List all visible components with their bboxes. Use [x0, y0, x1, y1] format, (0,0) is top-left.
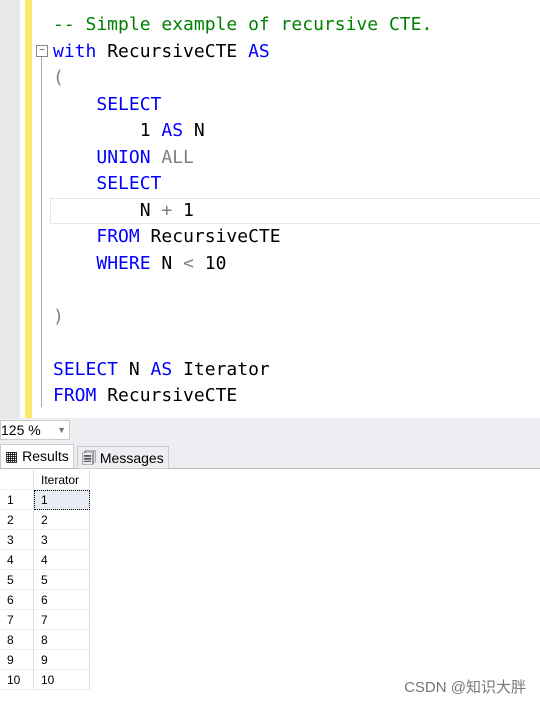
cell-iterator[interactable]: 6 [33, 589, 90, 610]
code-token: N [150, 252, 184, 274]
cell-iterator[interactable]: 1 [33, 489, 90, 510]
row-number[interactable]: 9 [0, 649, 34, 670]
cell-iterator[interactable]: 9 [33, 649, 90, 670]
row-number[interactable]: 7 [0, 609, 34, 630]
code-line[interactable]: SELECT [53, 92, 161, 118]
code-token: ) [53, 305, 64, 327]
table-row[interactable]: 66 [0, 589, 90, 610]
results-tabs: ▦ Results 🗐 Messages [0, 440, 540, 469]
code-token: AS [161, 120, 184, 141]
row-number[interactable]: 4 [0, 549, 34, 570]
row-number[interactable]: 2 [0, 509, 34, 530]
code-token: < [183, 252, 194, 274]
zoom-dropdown[interactable]: 125 % ▼ [0, 420, 70, 440]
change-indicator-bar [25, 0, 32, 418]
messages-icon: 🗐 [82, 450, 96, 466]
code-token: 1 [53, 120, 162, 141]
code-token: RecursiveCTE [139, 226, 281, 247]
code-token: AS [248, 40, 270, 62]
cell-iterator[interactable]: 3 [33, 529, 90, 550]
editor-margin [0, 0, 20, 418]
code-line[interactable]: UNION ALL [53, 145, 194, 171]
zoom-value: 125 % [1, 422, 41, 438]
tab-label: Messages [99, 450, 164, 466]
code-line[interactable]: ( [53, 65, 64, 91]
code-token: SELECT [96, 93, 162, 115]
grid-icon: ▦ [5, 448, 19, 464]
code-line[interactable]: FROM RecursiveCTE [53, 383, 237, 409]
code-line[interactable]: SELECT [53, 171, 161, 197]
code-token: 10 [193, 252, 227, 274]
cell-iterator[interactable]: 10 [33, 669, 90, 690]
tab-label: Results [22, 448, 69, 464]
chevron-down-icon: ▼ [57, 425, 66, 435]
cell-iterator[interactable]: 2 [33, 509, 90, 530]
row-number[interactable]: 10 [0, 669, 34, 690]
code-line[interactable]: -- Simple example of recursive CTE. [53, 12, 432, 38]
cell-iterator[interactable]: 4 [33, 549, 90, 570]
code-token: Iterator [172, 358, 270, 380]
row-number[interactable]: 5 [0, 569, 34, 590]
code-token: FROM [96, 226, 140, 247]
row-number[interactable]: 8 [0, 629, 34, 650]
code-token: WHERE [96, 252, 151, 274]
table-row[interactable]: 33 [0, 529, 90, 550]
cell-iterator[interactable]: 5 [33, 569, 90, 590]
code-token: N [53, 199, 162, 221]
code-token: with [53, 40, 97, 62]
code-line[interactable]: FROM RecursiveCTE [53, 224, 281, 250]
code-token: AS [150, 358, 173, 380]
code-token: FROM [53, 385, 97, 406]
code-line[interactable]: WHERE N < 10 [53, 251, 226, 277]
table-row[interactable]: 77 [0, 609, 90, 630]
tab-messages[interactable]: 🗐 Messages [77, 446, 169, 469]
watermark: CSDN @知识大胖 [404, 679, 526, 696]
results-grid: Iterator 1 1 2 2 3 3 4 4 5 5 6 6 7 7 8 8 9 9 10 10 [0, 470, 90, 690]
code-token: RecursiveCTE [96, 40, 249, 62]
code-line[interactable]: N + 1 [53, 198, 194, 224]
code-line[interactable]: ) [53, 304, 64, 330]
code-token: SELECT [96, 173, 162, 194]
table-row[interactable]: 99 [0, 649, 90, 670]
row-header-corner [0, 470, 34, 490]
table-row[interactable]: 22 [0, 509, 90, 530]
row-number[interactable]: 6 [0, 589, 34, 610]
code-token: + [161, 199, 173, 221]
column-header-iterator[interactable]: Iterator [33, 470, 90, 490]
code-token: 1 [172, 199, 194, 221]
code-token: ( [53, 67, 64, 88]
code-line[interactable]: 1 AS N [53, 118, 205, 144]
table-row[interactable]: 88 [0, 629, 90, 650]
cell-iterator[interactable]: 8 [33, 629, 90, 650]
code-token: N [118, 358, 151, 380]
code-token: UNION [96, 146, 151, 168]
code-line[interactable]: SELECT N AS Iterator [53, 357, 270, 383]
code-token: RecursiveCTE [96, 385, 238, 406]
code-token: SELECT [53, 358, 119, 380]
table-row[interactable]: 11 [0, 489, 90, 510]
code-token: N [183, 120, 205, 141]
row-number[interactable]: 1 [0, 489, 34, 510]
zoom-bar: 125 % ▼ [0, 418, 540, 440]
table-row[interactable]: 44 [0, 549, 90, 570]
row-number[interactable]: 3 [0, 529, 34, 550]
cell-iterator[interactable]: 7 [33, 609, 90, 630]
tab-results[interactable]: ▦ Results [0, 444, 74, 468]
sql-editor[interactable]: − -- Simple example of recursive CTE. wit… [0, 0, 540, 418]
fold-guide [41, 57, 42, 407]
code-line[interactable]: with RecursiveCTE AS [53, 39, 270, 65]
code-token: ALL [150, 146, 194, 168]
table-row[interactable]: 55 [0, 569, 90, 590]
collapse-icon[interactable]: − [36, 45, 48, 57]
table-row[interactable]: 10 10 [0, 669, 90, 690]
code-token: -- Simple example of recursive CTE. [53, 14, 433, 35]
